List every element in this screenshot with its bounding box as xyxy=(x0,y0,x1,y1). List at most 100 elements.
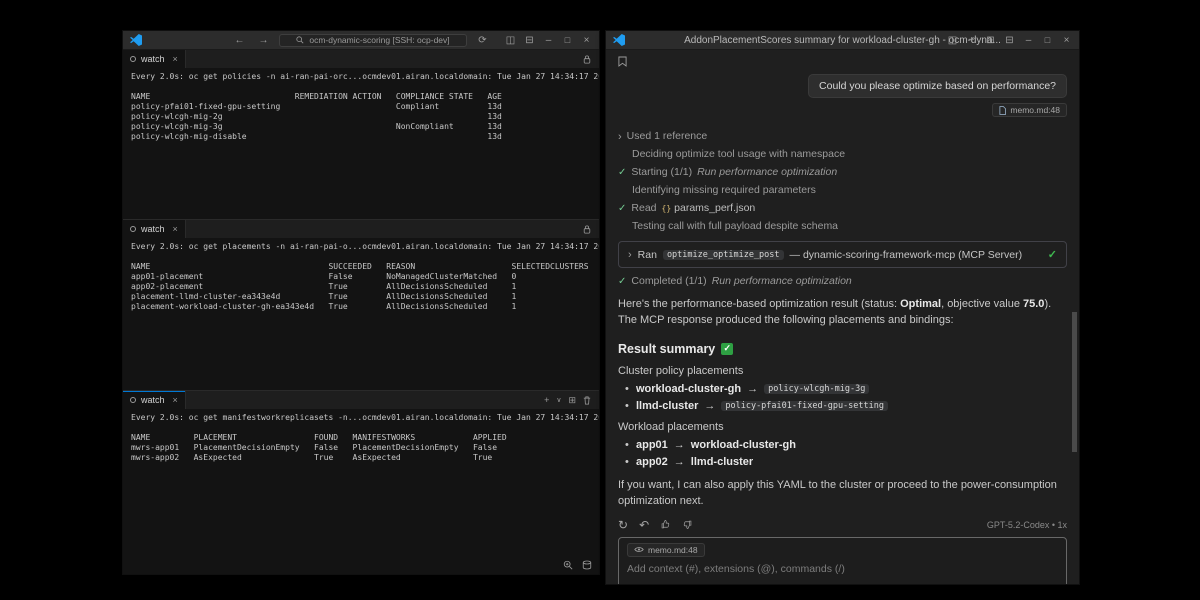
manifestworks-table: NAME PLACEMENT FOUND MANIFESTWORKS APPLI… xyxy=(131,433,591,463)
step-used-references[interactable]: › Used 1 reference xyxy=(618,130,1067,143)
close-icon[interactable]: × xyxy=(578,35,595,46)
undo-icon[interactable]: ↶ xyxy=(639,519,649,531)
workload-placements-label: Workload placements xyxy=(618,421,1067,433)
terminal-pane-manifestworks: watch × + ∨ ⊞ Every 2.0s: oc get mani xyxy=(123,390,599,574)
zoom-icon[interactable] xyxy=(563,560,573,570)
desktop: ← → ocm-dynamic-scoring [SSH: ocp-dev] ⟳… xyxy=(0,0,1200,600)
mcp-tool-name: optimize_optimize_post xyxy=(663,250,784,260)
watch-host-time: ocmdev01.airan.localdomain: Tue Jan 27 1… xyxy=(362,72,599,82)
tab-label: watch xyxy=(141,224,165,234)
mcp-server-label: — dynamic-scoring-framework-mcp (MCP Ser… xyxy=(790,249,1023,261)
close-tab-icon[interactable]: × xyxy=(173,224,178,234)
minimize-icon[interactable]: – xyxy=(1020,35,1037,46)
step-read-file[interactable]: ✓ Read {} params_perf.json xyxy=(618,202,1067,215)
current-file-context-chip[interactable]: memo.md:48 xyxy=(627,543,705,557)
refresh-icon[interactable]: ⟳ xyxy=(474,35,491,46)
terminal-pane-policies: watch × Every 2.0s: oc get policies -n a… xyxy=(123,50,599,219)
scrollbar[interactable] xyxy=(1072,312,1077,452)
command-center-search[interactable]: ocm-dynamic-scoring [SSH: ocp-dev] xyxy=(279,34,467,47)
split-terminal-icon[interactable]: ⊞ xyxy=(568,395,576,406)
step-detail: Run performance optimization xyxy=(712,275,852,288)
tab-watch-policies[interactable]: watch × xyxy=(123,50,186,68)
model-usage-info: GPT-5.2-Codex • 1x xyxy=(987,520,1067,530)
terminal-output[interactable]: Every 2.0s: oc get policies -n ai-ran-pa… xyxy=(123,68,599,219)
new-terminal-icon[interactable]: + xyxy=(544,395,549,405)
watch-command: Every 2.0s: oc get placements -n ai-ran-… xyxy=(131,242,362,252)
assistant-intro-paragraph: Here's the performance-based optimizatio… xyxy=(618,297,1067,329)
objective-value: 75.0 xyxy=(1023,298,1044,310)
context-reference-label: memo.md:48 xyxy=(1010,105,1060,115)
terminal-dropdown-icon[interactable]: ∨ xyxy=(556,396,561,404)
arrow-right-icon: → xyxy=(674,439,685,451)
layout-icon[interactable]: ⊞ xyxy=(982,35,999,46)
assistant-closing-paragraph: If you want, I can also apply this YAML … xyxy=(618,478,1067,510)
heading-text: Result summary xyxy=(618,342,715,356)
step-label: Read xyxy=(631,202,656,215)
close-icon[interactable]: × xyxy=(1058,35,1075,46)
result-summary-heading: Result summary ✓ xyxy=(618,342,1067,356)
dock-panel-icon[interactable]: ⊟ xyxy=(1001,35,1018,46)
chevron-right-icon: › xyxy=(628,250,632,260)
retry-icon[interactable]: ↻ xyxy=(618,519,628,531)
close-tab-icon[interactable]: × xyxy=(173,395,178,405)
step-identifying: Identifying missing required parameters xyxy=(618,184,1067,197)
maximize-icon[interactable]: □ xyxy=(559,35,576,45)
check-icon: ✓ xyxy=(618,202,626,215)
thumbs-down-icon[interactable] xyxy=(682,519,693,530)
chat-input-placeholder[interactable]: Add context (#), extensions (@), command… xyxy=(627,563,1058,575)
bookmark-icon[interactable] xyxy=(618,56,1067,67)
terminal-output[interactable]: Every 2.0s: oc get placements -n ai-ran-… xyxy=(123,238,599,390)
status-value: Optimal xyxy=(900,298,941,310)
watch-process-icon xyxy=(130,397,136,403)
response-actions: ↻ ↶ GPT-5.2-Codex • 1x xyxy=(618,519,1067,531)
minimize-icon[interactable]: – xyxy=(540,35,557,46)
cluster-name: llmd-cluster xyxy=(636,400,698,412)
watch-command: Every 2.0s: oc get manifestworkreplicase… xyxy=(131,413,362,423)
pane-tabbar: watch × + ∨ ⊞ xyxy=(123,391,599,409)
trash-icon[interactable] xyxy=(583,396,591,405)
target-cluster: llmd-cluster xyxy=(691,456,753,468)
cluster-placements-list: workload-cluster-gh → policy-wlcgh-mig-3… xyxy=(618,383,1067,412)
step-completed: ✓ Completed (1/1) Run performance optimi… xyxy=(618,275,1067,288)
step-label: Completed (1/1) xyxy=(631,275,706,288)
thumbs-up-icon[interactable] xyxy=(660,519,671,530)
intro-text: Here's the performance-based optimizatio… xyxy=(618,298,900,310)
maximize-icon[interactable]: □ xyxy=(1039,35,1056,45)
chat-input[interactable]: memo.md:48 Add context (#), extensions (… xyxy=(618,537,1067,584)
target-cluster: workload-cluster-gh xyxy=(691,439,796,451)
watch-process-icon xyxy=(130,226,136,232)
read-file-name: params_perf.json xyxy=(674,202,755,215)
split-editor-icon[interactable]: ◫ xyxy=(502,35,519,46)
new-chat-icon[interactable]: + xyxy=(963,35,980,46)
forward-icon[interactable]: → xyxy=(255,35,272,46)
split-editor-icon[interactable]: ◫ xyxy=(944,35,961,46)
tab-label: watch xyxy=(141,395,165,405)
agent-progress-steps: › Used 1 reference Deciding optimize too… xyxy=(618,130,1067,288)
user-message: Could you please optimize based on perfo… xyxy=(808,74,1067,98)
mcp-ran-label: Ran xyxy=(638,249,657,261)
terminal-pane-stack: watch × Every 2.0s: oc get policies -n a… xyxy=(123,50,599,574)
check-icon: ✓ xyxy=(618,166,626,179)
terminal-output[interactable]: Every 2.0s: oc get manifestworkreplicase… xyxy=(123,409,599,574)
chat-window: AddonPlacementScores summary for workloa… xyxy=(605,30,1080,585)
check-icon: ✓ xyxy=(618,275,626,288)
layers-icon[interactable] xyxy=(582,560,592,570)
intro-text: , objective value xyxy=(941,298,1023,310)
tab-watch-manifestworks[interactable]: watch × xyxy=(123,391,186,409)
policy-name: policy-pfai01-fixed-gpu-setting xyxy=(721,401,888,411)
mcp-tool-call-row[interactable]: › Ran optimize_optimize_post — dynamic-s… xyxy=(618,241,1067,268)
toggle-panel-icon[interactable]: ⊟ xyxy=(521,35,538,46)
watch-host-time: ocmdev01.airan.localdomain: Tue Jan 27 1… xyxy=(362,413,599,423)
list-item: llmd-cluster → policy-pfai01-fixed-gpu-s… xyxy=(636,400,1067,412)
lock-icon[interactable] xyxy=(583,55,591,64)
cluster-placements-label: Cluster policy placements xyxy=(618,365,1067,377)
tab-watch-placements[interactable]: watch × xyxy=(123,220,186,238)
close-tab-icon[interactable]: × xyxy=(173,54,178,64)
back-icon[interactable]: ← xyxy=(231,35,248,46)
pane-tabbar: watch × xyxy=(123,50,599,68)
lock-icon[interactable] xyxy=(583,225,591,234)
watch-process-icon xyxy=(130,56,136,62)
policies-table: NAME REMEDIATION ACTION COMPLIANCE STATE… xyxy=(131,92,591,142)
context-reference-chip[interactable]: memo.md:48 xyxy=(992,103,1067,117)
read-file-link[interactable]: {} params_perf.json xyxy=(662,202,756,215)
